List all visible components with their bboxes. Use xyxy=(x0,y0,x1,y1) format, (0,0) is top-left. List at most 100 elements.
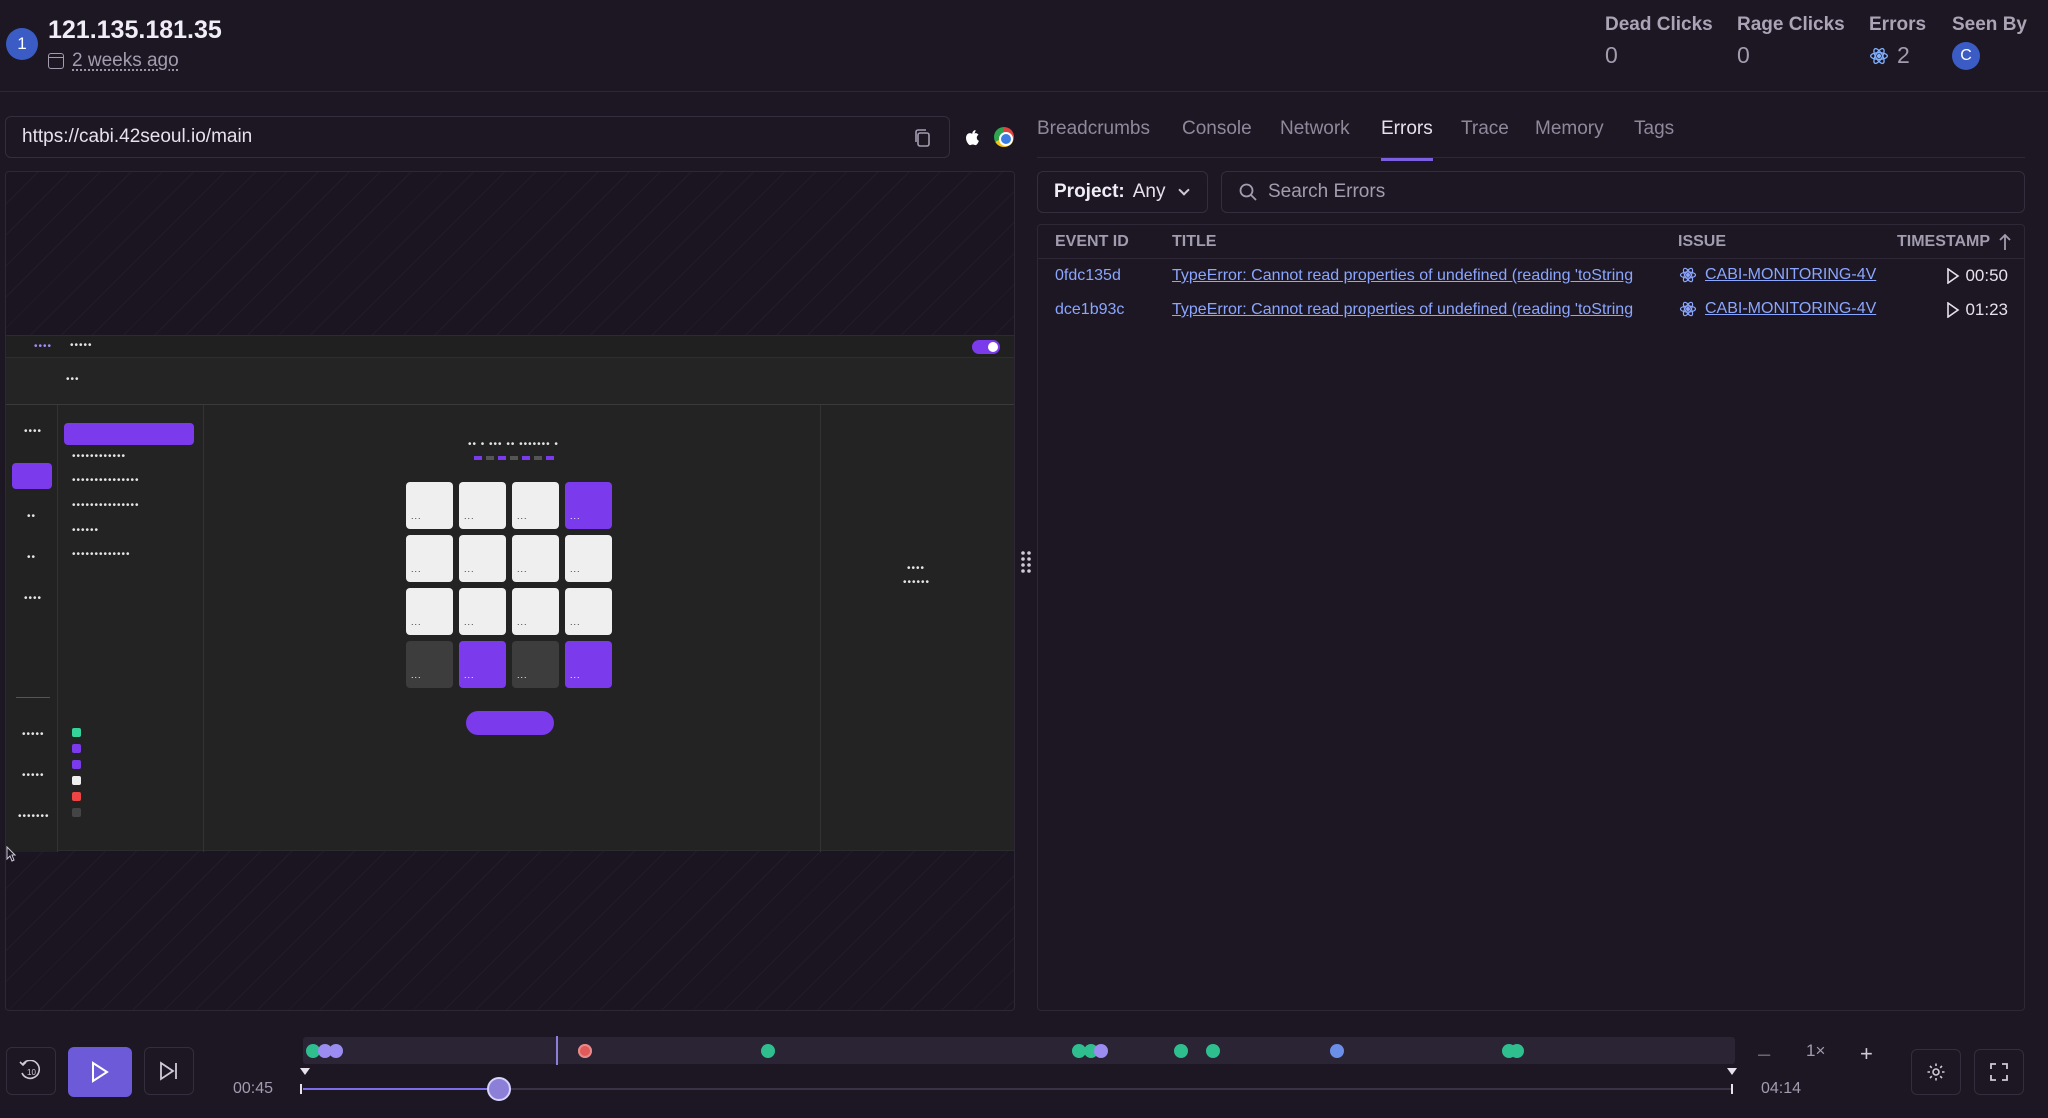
placeholder-dots: ••••• xyxy=(22,729,45,740)
seen-by-label: Seen By xyxy=(1952,14,2027,35)
replayed-app-subbar: ••• xyxy=(6,358,1014,405)
session-date-text[interactable]: 2 weeks ago xyxy=(72,50,179,72)
timeline-event-marker[interactable] xyxy=(1094,1044,1108,1058)
grid-cell xyxy=(512,482,559,529)
session-ip-title: 121.135.181.35 xyxy=(48,16,222,44)
timeline-event-marker[interactable] xyxy=(329,1044,343,1058)
column-event-id[interactable]: EVENT ID xyxy=(1055,233,1129,251)
timestamp-value: 01:23 xyxy=(1965,300,2008,319)
play-button[interactable] xyxy=(68,1047,132,1097)
replayed-app-button xyxy=(466,711,554,735)
timestamp-jump[interactable]: 00:50 xyxy=(1946,266,2008,286)
gear-icon xyxy=(1927,1063,1945,1081)
timeline-event-marker[interactable] xyxy=(578,1044,592,1058)
timeline-event-marker[interactable] xyxy=(1174,1044,1188,1058)
timeline-event-marker[interactable] xyxy=(1510,1044,1524,1058)
playback-speed[interactable]: 1× xyxy=(1806,1041,1825,1061)
placeholder-dots: •••••• xyxy=(72,525,100,536)
replayed-app-topbar: •••• ••••• xyxy=(6,336,1014,358)
current-time: 00:45 xyxy=(233,1080,274,1097)
timestamp-jump[interactable]: 01:23 xyxy=(1946,300,2008,320)
table-row[interactable]: dce1b93c TypeError: Cannot read properti… xyxy=(1038,293,2024,327)
replayed-app-sidebar: •••• •• •• •••• ••••• ••••• ••••••• xyxy=(6,405,58,852)
play-icon xyxy=(1947,302,1960,318)
range-start-tick xyxy=(300,1084,302,1094)
placeholder-dots: ••• xyxy=(66,374,80,385)
grid-cell xyxy=(512,588,559,635)
range-end-marker[interactable] xyxy=(1727,1068,1737,1075)
replayed-toggle xyxy=(972,340,1000,354)
speed-decrease-button[interactable]: – xyxy=(1758,1041,1770,1067)
range-start-marker[interactable] xyxy=(300,1068,310,1075)
grid-cell xyxy=(406,641,453,688)
grid-cell xyxy=(565,482,612,529)
devtools-tabs: Breadcrumbs Console Network Errors Trace… xyxy=(1037,110,2025,161)
skip-label: 10 xyxy=(27,1068,36,1077)
grid-cell xyxy=(565,588,612,635)
errors-stat[interactable]: Errors 2 xyxy=(1869,14,1926,69)
replayed-cabinet-grid xyxy=(406,482,612,688)
tab-errors[interactable]: Errors xyxy=(1381,118,1433,161)
table-row[interactable]: 0fdc135d TypeError: Cannot read properti… xyxy=(1038,259,2024,293)
tab-network[interactable]: Network xyxy=(1280,118,1350,158)
placeholder-dots: •••••••••••• xyxy=(72,451,127,462)
search-errors-input[interactable] xyxy=(1268,181,1968,203)
event-id-link[interactable]: dce1b93c xyxy=(1055,301,1124,319)
url-bar: https://cabi.42seoul.io/main xyxy=(5,116,950,158)
tab-trace[interactable]: Trace xyxy=(1461,118,1509,158)
replayed-selected-nav xyxy=(64,423,194,445)
panel-resize-handle-icon[interactable] xyxy=(1020,550,1032,574)
grid-cell xyxy=(459,535,506,582)
timeline-event-marker[interactable] xyxy=(761,1044,775,1058)
progress-track[interactable] xyxy=(303,1088,1733,1090)
project-filter-value: Any xyxy=(1132,181,1166,202)
placeholder-dots: •• • ••• •• ••••••• • xyxy=(468,439,559,450)
placeholder-dots: •• xyxy=(27,552,37,563)
placeholder-dots: •••••• xyxy=(903,577,931,588)
range-end-tick xyxy=(1731,1084,1733,1094)
column-title[interactable]: TITLE xyxy=(1172,233,1216,251)
tab-console[interactable]: Console xyxy=(1182,118,1252,158)
tab-breadcrumbs[interactable]: Breadcrumbs xyxy=(1037,118,1150,158)
settings-button[interactable] xyxy=(1911,1049,1961,1095)
grid-cell xyxy=(459,588,506,635)
grid-cell xyxy=(565,535,612,582)
issue-link[interactable]: CABI-MONITORING-4V xyxy=(1679,266,1876,284)
progress-knob[interactable] xyxy=(486,1077,511,1101)
copy-icon[interactable] xyxy=(913,128,931,148)
calendar-icon xyxy=(48,53,64,69)
skip-next-icon xyxy=(160,1061,177,1081)
skip-inactive-button[interactable]: 10 xyxy=(6,1047,56,1095)
cursor-icon xyxy=(6,846,16,862)
next-event-button[interactable] xyxy=(144,1047,194,1095)
column-timestamp[interactable]: TIMESTAMP xyxy=(1897,233,1990,251)
issue-link[interactable]: CABI-MONITORING-4V xyxy=(1679,300,1876,318)
errors-value: 2 xyxy=(1897,42,1910,68)
react-icon xyxy=(1679,267,1697,283)
tab-tags[interactable]: Tags xyxy=(1634,118,1674,158)
issue-id: CABI-MONITORING-4V xyxy=(1705,300,1877,317)
react-icon xyxy=(1679,301,1697,317)
placeholder-dots: ••••••••••••••• xyxy=(72,475,140,486)
column-issue[interactable]: ISSUE xyxy=(1678,233,1726,251)
replayed-app-right-panel: •••• •••••• xyxy=(820,405,1014,852)
error-title-link[interactable]: TypeError: Cannot read properties of und… xyxy=(1172,301,1662,319)
search-errors-field[interactable] xyxy=(1221,171,2025,213)
user-avatar[interactable]: 1 xyxy=(6,28,38,60)
project-filter-dropdown[interactable]: Project: Any xyxy=(1037,171,1208,213)
sort-arrow-up-icon[interactable] xyxy=(1998,233,2012,251)
replay-viewport[interactable]: •••• ••••• ••• •••• •• •• •••• ••••• •••… xyxy=(5,171,1015,1011)
placeholder-dots: •• xyxy=(27,511,37,522)
progress-fill xyxy=(303,1088,499,1090)
seen-by-avatar[interactable]: C xyxy=(1952,42,1980,70)
error-title-link[interactable]: TypeError: Cannot read properties of und… xyxy=(1172,267,1662,285)
timeline-event-marker[interactable] xyxy=(1206,1044,1220,1058)
speed-increase-button[interactable]: + xyxy=(1860,1041,1873,1067)
rage-clicks-label: Rage Clicks xyxy=(1737,14,1845,35)
event-id-link[interactable]: 0fdc135d xyxy=(1055,267,1121,285)
play-icon xyxy=(92,1061,109,1083)
fullscreen-button[interactable] xyxy=(1974,1049,2024,1095)
timeline-event-marker[interactable] xyxy=(1330,1044,1344,1058)
timestamp-value: 00:50 xyxy=(1965,266,2008,285)
tab-memory[interactable]: Memory xyxy=(1535,118,1604,158)
